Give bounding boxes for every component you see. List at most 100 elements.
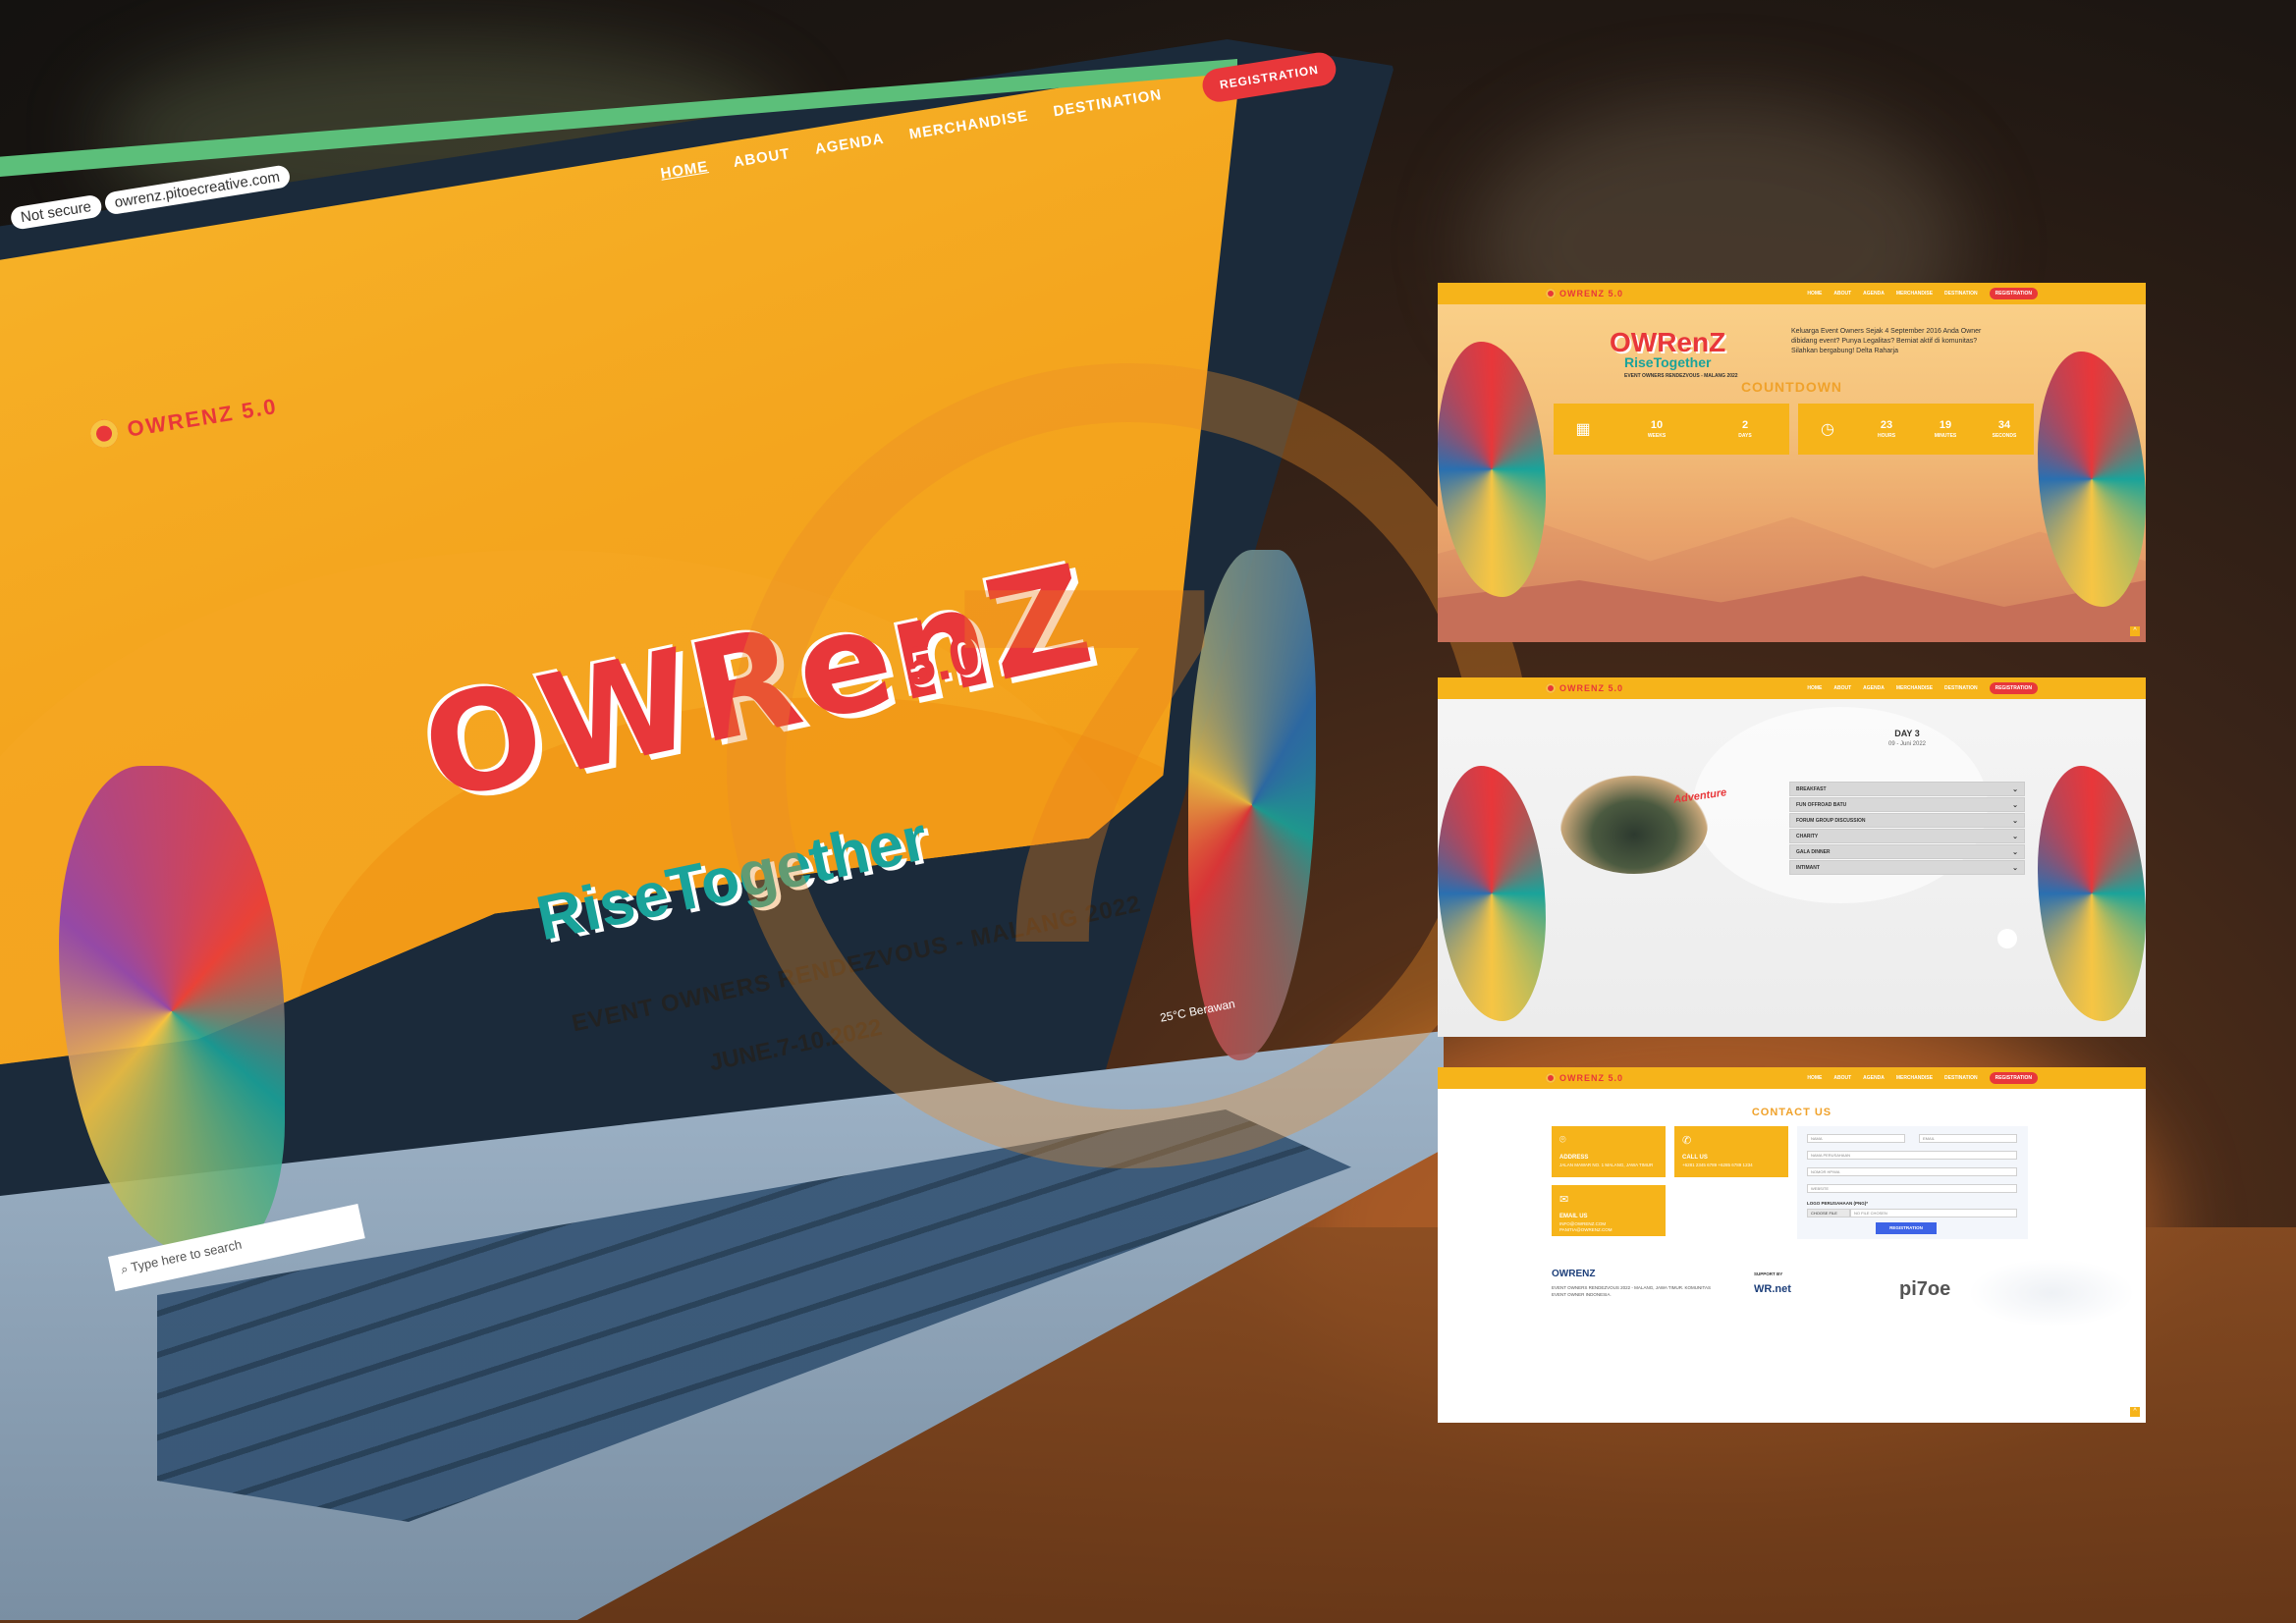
chevron-down-icon: ⌄ [2012, 801, 2018, 809]
chevron-down-icon: ⌄ [2012, 785, 2018, 793]
calendar-icon: ▦ [1575, 421, 1591, 438]
agenda-item[interactable]: INTIMANT ⌄ [1789, 860, 2025, 875]
jeep-illustration [1560, 776, 1708, 874]
call-heading: CALL US [1682, 1155, 1708, 1161]
sponsor-logo[interactable]: WR.net [1754, 1283, 1791, 1295]
location-pin-icon: ⌾ [1559, 1134, 1566, 1146]
registration-form: NAMA EMAIL NAMA PERUSAHAAN NOMOR HP/WA W… [1797, 1126, 2028, 1239]
agenda-day: DAY 3 [1894, 729, 1920, 738]
submit-registration-button[interactable]: REGISTRATION [1876, 1222, 1937, 1234]
website-field[interactable]: WEBSITE [1807, 1184, 2017, 1193]
nav-about[interactable]: ABOUT [1833, 291, 1851, 297]
panel-logo[interactable]: OWRENZ 5.0 [1546, 1073, 1623, 1083]
chevron-down-icon: ⌄ [2012, 817, 2018, 825]
agenda-item[interactable]: GALA DINNER ⌄ [1789, 844, 2025, 859]
nav-home[interactable]: HOME [1807, 1075, 1822, 1081]
support-label: SUPPORT BY [1754, 1271, 1783, 1276]
nav-about[interactable]: ABOUT [732, 145, 791, 171]
nav-merchandise[interactable]: MERCHANDISE [1896, 1075, 1933, 1081]
countdown-weeks: 10 WEEKS [1647, 419, 1667, 439]
email-card: ✉ EMAIL US INFO@OWRENZ.COM PANITIA@OWREN… [1552, 1185, 1666, 1236]
countdown-days: 2 DAYS [1738, 419, 1752, 439]
registration-button[interactable]: REGISTRATION [1989, 288, 2038, 299]
nav-merchandise[interactable]: MERCHANDISE [1896, 291, 1933, 297]
footer-description: EVENT OWNERS RENDEZVOUS 2022 - MALANG, J… [1552, 1285, 1711, 1297]
countdown-minutes: 19 MINUTES [1934, 419, 1957, 439]
logo-upload-label: LOGO PERUSAHAAN (PNG)* [1807, 1201, 1869, 1206]
nav-merchandise[interactable]: MERCHANDISE [1896, 685, 1933, 691]
agenda-item[interactable]: BREAKFAST ⌄ [1789, 782, 2025, 796]
preview-panel-countdown: OWRENZ 5.0 HOME ABOUT AGENDA MERCHANDISE… [1438, 283, 2146, 642]
agenda-item[interactable]: FUN OFFROAD BATU ⌄ [1789, 797, 2025, 812]
scroll-top-button[interactable]: ^ [2130, 626, 2140, 636]
logo-emblem-icon [1546, 683, 1556, 693]
nav-home[interactable]: HOME [1807, 291, 1822, 297]
registration-button[interactable]: REGISTRATION [1989, 1072, 2038, 1084]
countdown-title: COUNTDOWN [1740, 379, 1843, 395]
phone-icon: ✆ [1682, 1135, 1692, 1147]
scroll-top-button[interactable]: ^ [2130, 1407, 2140, 1417]
panel-nav: OWRENZ 5.0 HOME ABOUT AGENDA MERCHANDISE… [1438, 1067, 2146, 1089]
logo-emblem-icon [1546, 289, 1556, 298]
preview-panel-contact: OWRENZ 5.0 HOME ABOUT AGENDA MERCHANDISE… [1438, 1067, 2146, 1423]
nav-about[interactable]: ABOUT [1833, 685, 1851, 691]
agenda-item[interactable]: CHARITY ⌄ [1789, 829, 2025, 843]
phone-field[interactable]: NOMOR HP/WA [1807, 1167, 2017, 1176]
preview-panel-agenda: OWRENZ 5.0 HOME ABOUT AGENDA MERCHANDISE… [1438, 677, 2146, 1037]
countdown-box: ◷ 23 HOURS 19 MINUTES 34 SECONDS [1798, 404, 2034, 455]
panel-logo[interactable]: OWRENZ 5.0 [1546, 683, 1623, 693]
footer-logo[interactable]: OWRENZ [1552, 1269, 1595, 1279]
mail-icon: ✉ [1559, 1194, 1569, 1206]
nav-about[interactable]: ABOUT [1833, 1075, 1851, 1081]
countdown-hours: 23 HOURS [1877, 419, 1896, 439]
panel-nav: OWRENZ 5.0 HOME ABOUT AGENDA MERCHANDISE… [1438, 283, 2146, 304]
security-label: Not secure [9, 193, 103, 231]
nav-destination[interactable]: DESTINATION [1944, 291, 1978, 297]
panel-logo-text: OWRENZ 5.0 [1559, 1073, 1624, 1083]
world-map-illustration [1968, 1259, 2135, 1327]
nav-home[interactable]: HOME [1807, 685, 1822, 691]
sponsor-logo[interactable]: pi7oe [1899, 1278, 1950, 1301]
nav-agenda[interactable]: AGENDA [1863, 1075, 1885, 1081]
nav-agenda[interactable]: AGENDA [1863, 685, 1885, 691]
email-field[interactable]: EMAIL [1919, 1134, 2017, 1143]
agenda-date: 09 - Juni 2022 [1887, 741, 1927, 747]
background-shape [1997, 929, 2017, 948]
logo-emblem-icon [88, 417, 121, 450]
panel-nav-links: HOME ABOUT AGENDA MERCHANDISE DESTINATIO… [1807, 1072, 2038, 1084]
panel-nav-links: HOME ABOUT AGENDA MERCHANDISE DESTINATIO… [1807, 682, 2038, 694]
company-field[interactable]: NAMA PERUSAHAAN [1807, 1151, 2017, 1160]
logo-emblem-icon [1546, 1073, 1556, 1083]
nav-agenda[interactable]: AGENDA [814, 130, 886, 157]
panel-logo-text: OWRENZ 5.0 [1559, 683, 1624, 693]
decorative-illustration [2038, 766, 2146, 1021]
address-card: ⌾ ADDRESS JALAN MAWAR NO. 1 MALANG, JAWA… [1552, 1126, 1666, 1177]
file-name-display: NO FILE CHOSEN [1850, 1209, 2017, 1217]
panel-nav-links: HOME ABOUT AGENDA MERCHANDISE DESTINATIO… [1807, 288, 2038, 299]
panel-nav: OWRENZ 5.0 HOME ABOUT AGENDA MERCHANDISE… [1438, 677, 2146, 699]
decorative-illustration [1438, 766, 1546, 1021]
chevron-down-icon: ⌄ [2012, 833, 2018, 840]
event-logo-subtitle: RiseTogether [1624, 354, 1712, 370]
intro-text: Keluarga Event Owners Sejak 4 September … [1791, 328, 1982, 355]
call-text: +6281 2345 6789 +6285 6789 1234 [1682, 1163, 1753, 1167]
email-heading: EMAIL US [1559, 1214, 1588, 1219]
contact-title: CONTACT US [1751, 1107, 1832, 1118]
chevron-down-icon: ⌄ [2012, 864, 2018, 872]
registration-button[interactable]: REGISTRATION [1989, 682, 2038, 694]
address-heading: ADDRESS [1559, 1155, 1589, 1161]
email-text: INFO@OWRENZ.COM PANITIA@OWRENZ.COM [1559, 1221, 1613, 1233]
clock-icon: ◷ [1821, 421, 1834, 438]
nav-destination[interactable]: DESTINATION [1944, 1075, 1978, 1081]
call-card: ✆ CALL US +6281 2345 6789 +6285 6789 123… [1674, 1126, 1788, 1177]
name-field[interactable]: NAMA [1807, 1134, 1905, 1143]
agenda-item[interactable]: FORUM GROUP DISCUSSION ⌄ [1789, 813, 2025, 828]
decorative-illustration [1188, 550, 1316, 1060]
countdown-box: ▦ 10 WEEKS 2 DAYS [1554, 404, 1789, 455]
nav-agenda[interactable]: AGENDA [1863, 291, 1885, 297]
nav-destination[interactable]: DESTINATION [1944, 685, 1978, 691]
panel-logo[interactable]: OWRENZ 5.0 [1546, 289, 1623, 298]
choose-file-button[interactable]: CHOOSE FILE [1807, 1209, 1850, 1217]
nav-home[interactable]: HOME [659, 158, 709, 182]
countdown-seconds: 34 SECONDS [1992, 419, 2017, 439]
